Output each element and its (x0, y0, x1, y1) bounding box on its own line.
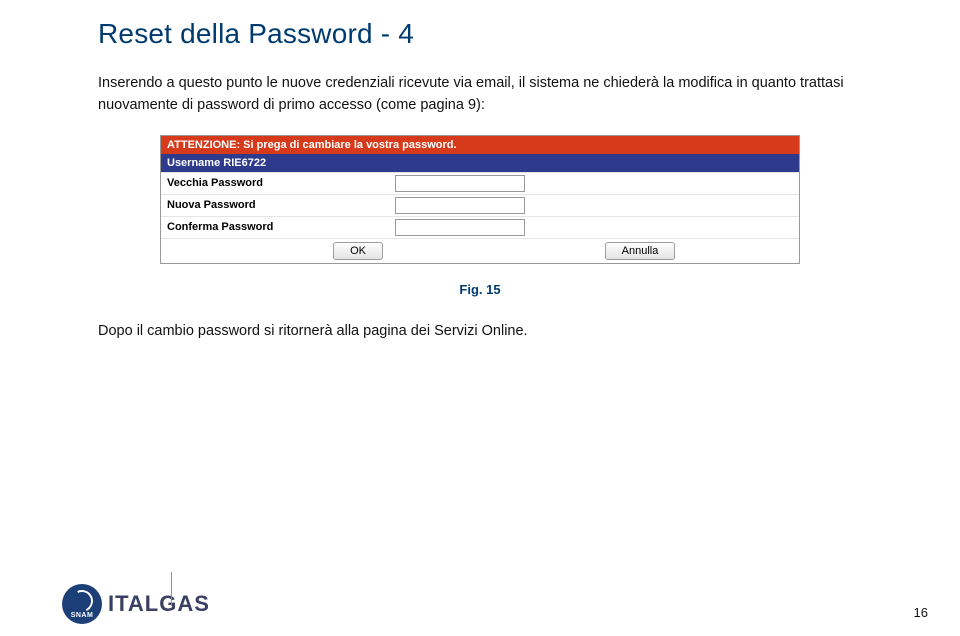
logo-divider (171, 572, 172, 606)
old-password-label: Vecchia Password (161, 174, 391, 192)
snam-text: SNAM (71, 612, 94, 619)
old-password-input[interactable] (395, 175, 525, 192)
username-value: RIE6722 (223, 157, 266, 169)
username-row: Username RIE6722 (161, 154, 799, 172)
new-password-input[interactable] (395, 197, 525, 214)
snam-logo-icon: SNAM (62, 584, 102, 624)
figure-caption: Fig. 15 (0, 264, 960, 297)
confirm-password-input[interactable] (395, 219, 525, 236)
password-form-screenshot: ATTENZIONE: Si prega di cambiare la vost… (160, 135, 800, 264)
ok-button[interactable]: OK (333, 242, 383, 260)
after-paragraph: Dopo il cambio password si ritornerà all… (0, 297, 960, 339)
confirm-password-label: Conferma Password (161, 218, 391, 236)
new-password-label: Nuova Password (161, 196, 391, 214)
page-title: Reset della Password - 4 (0, 0, 960, 56)
italgas-text: ITALGAS (108, 591, 210, 617)
page-number: 16 (914, 605, 928, 620)
username-label: Username (167, 157, 220, 169)
footer-logo: SNAM ITALGAS (62, 584, 210, 624)
intro-paragraph: Inserendo a questo punto le nuove creden… (0, 56, 960, 117)
cancel-button[interactable]: Annulla (605, 242, 676, 260)
attention-banner: ATTENZIONE: Si prega di cambiare la vost… (161, 136, 799, 154)
